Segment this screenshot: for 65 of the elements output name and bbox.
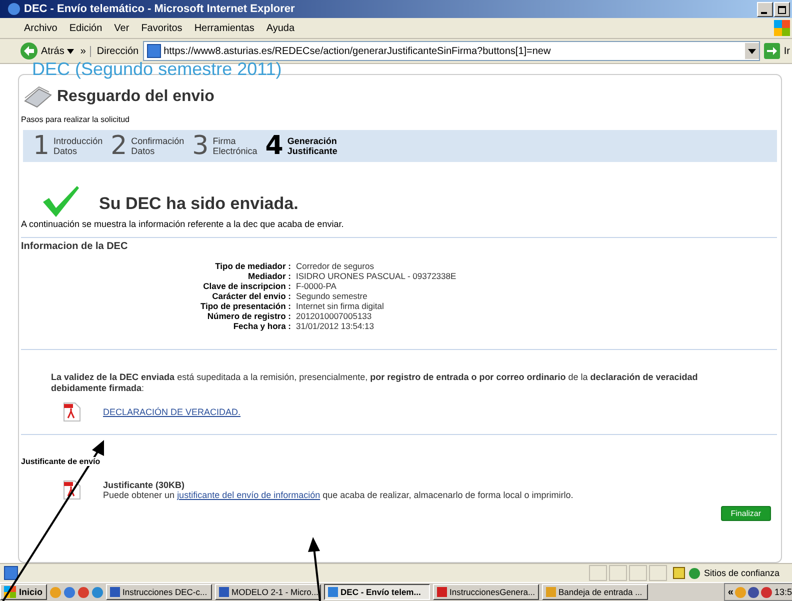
checkmark-icon — [41, 184, 81, 218]
menu-item[interactable]: Edición — [63, 22, 108, 34]
field-label: Carácter del envio : — [211, 291, 291, 301]
field-label: Tipo de mediador : — [214, 261, 291, 271]
go-button[interactable]: Ir — [784, 46, 790, 56]
menu-item[interactable]: Favoritos — [135, 22, 188, 34]
restore-button[interactable] — [774, 2, 790, 16]
start-button[interactable]: Inicio — [0, 584, 47, 600]
menu-item[interactable]: Archivo — [18, 22, 64, 34]
taskbar-button[interactable]: Instrucciones DEC-c... — [106, 584, 212, 600]
finish-button[interactable]: Finalizar — [720, 506, 771, 521]
page-icon — [146, 44, 161, 58]
tray-icon[interactable] — [761, 586, 772, 598]
quick-launch-icon[interactable] — [78, 586, 89, 598]
quick-launch-icon[interactable] — [92, 586, 103, 598]
field-value: 31/01/2012 13:54:13 — [296, 321, 375, 331]
menu-item[interactable]: Herramientas — [188, 22, 260, 34]
back-button[interactable]: Atrás — [18, 42, 76, 60]
field-value: ISIDRO URONES PASCUAL - 09372338E — [296, 271, 458, 281]
clock: 13:5 — [774, 587, 792, 597]
field-label: Clave de inscripcion : — [202, 281, 291, 291]
taskbar-button[interactable]: InstruccionesGenera... — [432, 584, 539, 600]
check-circle-icon — [689, 568, 700, 578]
browser-icon — [8, 3, 20, 15]
address-field[interactable]: https://www8.asturias.es/REDECse/action/generarJustificanteSinFirma?buttons[1]=new — [142, 41, 760, 61]
taskbar-button[interactable]: Bandeja de entrada ... — [542, 584, 648, 600]
field-value: Corredor de seguros — [296, 261, 375, 271]
file-name: Justificante (30KB) — [103, 480, 186, 490]
security-zone: Sitios de confianza — [704, 568, 781, 578]
section-title: Justificante de envío — [21, 457, 100, 466]
taskbar-button[interactable]: MODELO 2-1 - Micro... — [214, 584, 321, 600]
menu-item[interactable]: Ver — [108, 22, 136, 34]
page-title: Resguardo del envio — [57, 88, 214, 106]
window-title: DEC - Envío telemático - Microsoft Internet Explorer — [24, 3, 296, 15]
minimize-button[interactable] — [757, 2, 773, 16]
field-value: Segundo semestre — [296, 291, 368, 301]
caret-icon — [67, 48, 74, 54]
receipt-link[interactable]: justificante del envío de información — [177, 490, 320, 500]
page-header: DEC (Segundo semestre 2011) — [32, 60, 283, 78]
field-value: F-0000-PA — [296, 281, 338, 291]
lock-icon — [673, 567, 685, 579]
declaration-link[interactable]: DECLARACIÓN DE VERACIDAD. — [103, 407, 241, 417]
success-message: A continuación se muestra la información referente a la dec que acaba de enviar. — [21, 219, 345, 229]
section-title: Informacion de la DEC — [21, 241, 129, 252]
address-label: Dirección — [90, 46, 139, 56]
more-chevron[interactable]: » — [80, 46, 86, 56]
tray-toggle[interactable]: « — [728, 586, 734, 598]
taskbar-button[interactable]: DEC - Envío telem... — [324, 584, 430, 600]
field-value: Internet sin firma digital — [296, 301, 385, 311]
tray-icon[interactable] — [748, 586, 760, 598]
field-value: 2012010007005133 — [296, 311, 373, 321]
steps-caption: Pasos para realizar la solicitud — [21, 115, 130, 124]
field-label: Número de registro : — [206, 311, 291, 321]
document-stack-icon — [23, 85, 53, 109]
pdf-file-icon — [63, 402, 81, 422]
success-title: Su DEC ha sido enviada. — [99, 194, 298, 214]
field-label: Mediador : — [247, 271, 291, 281]
file-description: Puede obtener un justificante del envío de información que acaba de realizar, almacenarlo de forma local o imprimirlo. — [103, 490, 574, 500]
field-label: Fecha y hora : — [232, 321, 291, 331]
field-label: Tipo de presentación : — [199, 301, 291, 311]
notice-text: La validez de la DEC enviada está supeditada a la remisión, presencialmente, por registro de entrada o por correo ordinario de la declaración de veracidad debidamente firmada: — [51, 372, 699, 394]
menu-item[interactable]: Ayuda — [260, 22, 301, 34]
windows-logo-icon — [774, 20, 790, 36]
quick-launch-icon[interactable] — [64, 586, 75, 598]
page-icon — [4, 566, 18, 580]
